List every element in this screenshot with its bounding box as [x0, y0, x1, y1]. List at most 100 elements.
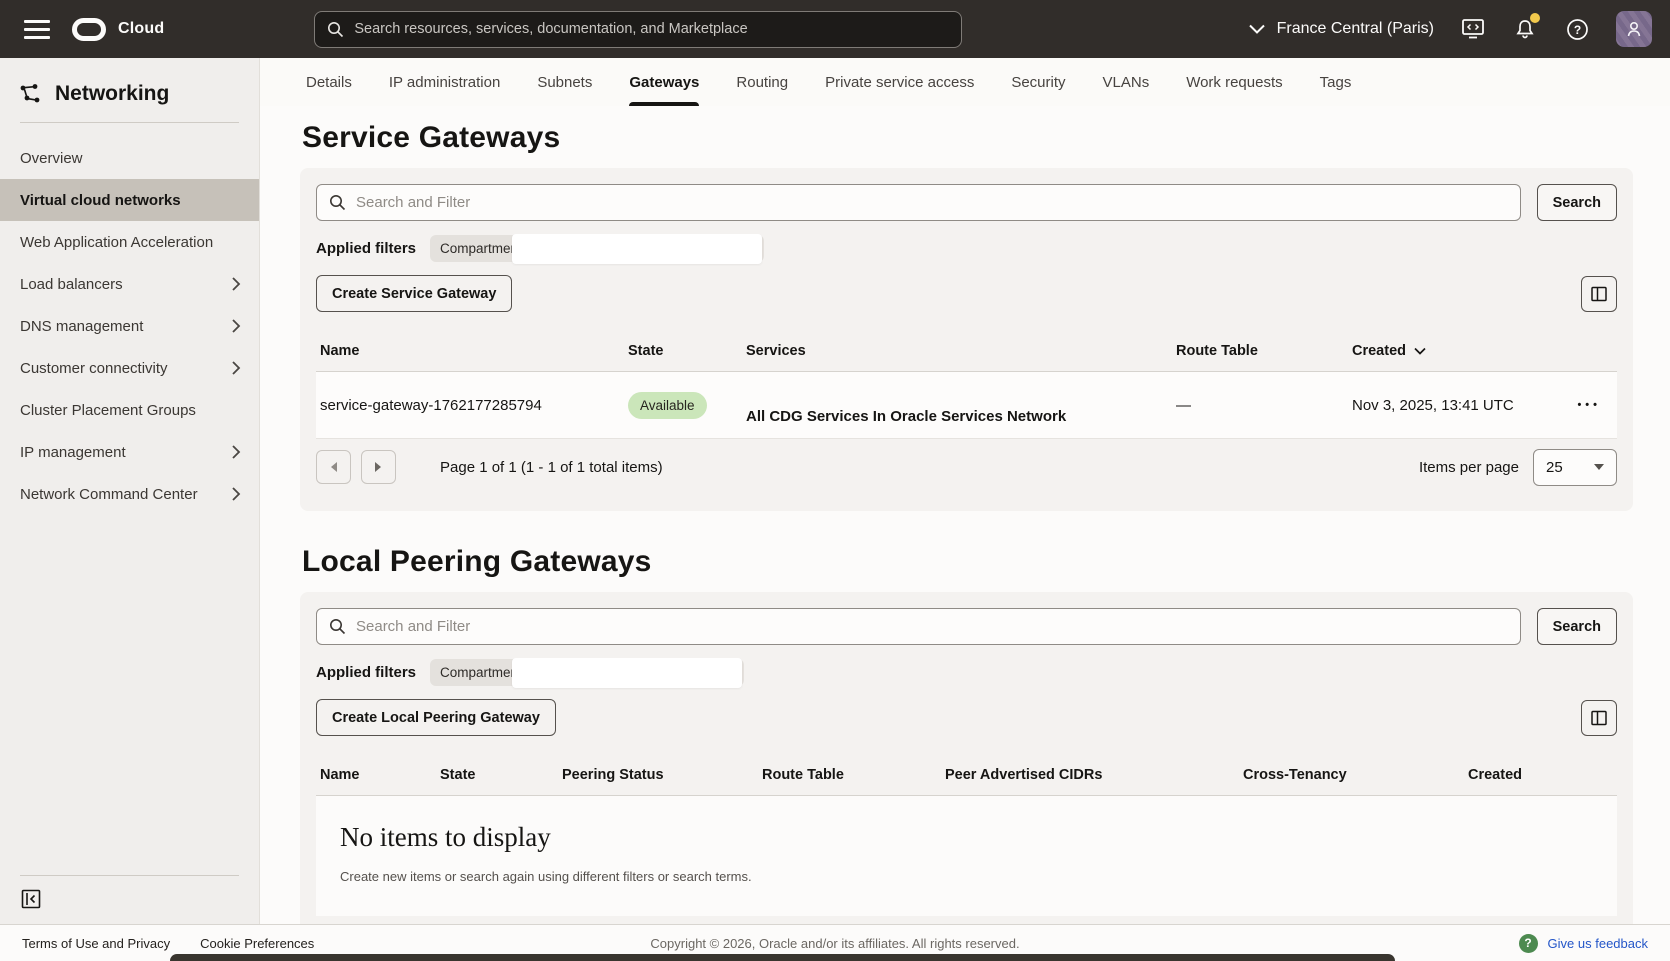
brand-name: Cloud — [118, 20, 164, 38]
sidebar-item-label: Overview — [20, 150, 83, 167]
cookie-preferences-link[interactable]: Cookie Preferences — [200, 936, 314, 951]
lpg-search-button[interactable]: Search — [1537, 608, 1617, 645]
sg-row-created: Nov 3, 2025, 13:41 UTC — [1348, 397, 1563, 414]
hamburger-menu-icon[interactable] — [24, 16, 50, 42]
sg-row-services[interactable]: All CDG Services In Oracle Services Netw… — [742, 408, 1172, 425]
sidebar-item-label: Load balancers — [20, 276, 123, 293]
tab-routing[interactable]: Routing — [736, 58, 788, 106]
main-area: Details IP administration Subnets Gatewa… — [260, 58, 1670, 924]
sidebar-item-load-balancers[interactable]: Load balancers — [0, 263, 259, 305]
create-service-gateway-button[interactable]: Create Service Gateway — [316, 275, 512, 312]
service-gateways-table: Name State Services Route Table Created — [316, 330, 1617, 495]
sidebar-item-customer-connectivity[interactable]: Customer connectivity — [0, 347, 259, 389]
oracle-cloud-logo[interactable]: Cloud — [72, 18, 164, 41]
sidebar-item-virtual-cloud-networks[interactable]: Virtual cloud networks — [0, 179, 259, 221]
sg-compartment-filter-chip[interactable]: Compartment — [430, 235, 764, 262]
previous-page-button[interactable] — [316, 450, 351, 484]
sidebar-title: Networking — [0, 58, 259, 122]
sg-col-route-table[interactable]: Route Table — [1172, 343, 1348, 359]
lpg-search-filter-field[interactable] — [316, 608, 1521, 645]
search-icon — [327, 21, 344, 38]
sidebar-item-cluster-placement-groups[interactable]: Cluster Placement Groups — [0, 389, 259, 431]
sg-col-services[interactable]: Services — [742, 343, 1172, 359]
items-per-page-value: 25 — [1546, 459, 1563, 476]
lpg-col-name[interactable]: Name — [316, 767, 436, 783]
search-icon — [329, 194, 346, 211]
sg-applied-filters-label: Applied filters — [316, 240, 416, 257]
lpg-col-peer-advertised-cidrs[interactable]: Peer Advertised CIDRs — [941, 767, 1239, 783]
oci-console: Cloud France Central (Paris) — [0, 0, 1670, 961]
sidebar-footer — [20, 875, 239, 924]
chip-label: Compartment — [440, 241, 522, 256]
sidebar-item-web-application-acceleration[interactable]: Web Application Acceleration — [0, 221, 259, 263]
lpg-col-route-table[interactable]: Route Table — [758, 767, 941, 783]
search-icon — [329, 618, 346, 635]
sidebar-item-ip-management[interactable]: IP management — [0, 431, 259, 473]
lpg-col-state[interactable]: State — [436, 767, 558, 783]
tab-bar: Details IP administration Subnets Gatewa… — [260, 58, 1670, 106]
tab-details[interactable]: Details — [306, 58, 352, 106]
terms-of-use-link[interactable]: Terms of Use and Privacy — [22, 936, 170, 951]
caret-down-icon — [1594, 464, 1604, 470]
lpg-search-input[interactable] — [356, 618, 1508, 635]
lpg-col-cross-tenancy[interactable]: Cross-Tenancy — [1239, 767, 1464, 783]
collapse-sidebar-icon[interactable] — [20, 888, 42, 910]
local-peering-gateways-title: Local Peering Gateways — [302, 545, 1633, 579]
sidebar-item-overview[interactable]: Overview — [0, 137, 259, 179]
sg-column-settings-icon[interactable] — [1581, 276, 1617, 312]
tab-work-requests[interactable]: Work requests — [1186, 58, 1282, 106]
chip-label: Compartment — [440, 665, 522, 680]
status-badge: Available — [628, 392, 707, 419]
row-actions-menu-icon[interactable]: ••• — [1577, 400, 1601, 411]
person-icon — [1624, 19, 1644, 39]
next-page-button[interactable] — [361, 450, 396, 484]
service-gateways-panel: Search Applied filters Compartment Creat… — [300, 168, 1633, 511]
sg-compartment-value — [512, 234, 762, 264]
sg-col-name[interactable]: Name — [316, 343, 624, 359]
lpg-compartment-filter-chip[interactable]: Compartment — [430, 659, 744, 686]
arrow-right-icon — [374, 461, 383, 473]
sidebar-item-network-command-center[interactable]: Network Command Center — [0, 473, 259, 515]
sg-search-input[interactable] — [356, 194, 1508, 211]
notification-dot — [1530, 13, 1540, 23]
items-per-page-select[interactable]: 25 — [1533, 449, 1617, 486]
help-icon[interactable]: ? — [1564, 16, 1590, 42]
tab-security[interactable]: Security — [1011, 58, 1065, 106]
cloud-shell-icon[interactable] — [1460, 16, 1486, 42]
tab-gateways[interactable]: Gateways — [629, 58, 699, 106]
feedback-help-icon: ? — [1519, 934, 1538, 953]
chevron-right-icon — [231, 276, 241, 292]
tab-private-service-access[interactable]: Private service access — [825, 58, 974, 106]
tab-ip-administration[interactable]: IP administration — [389, 58, 500, 106]
sidebar-item-dns-management[interactable]: DNS management — [0, 305, 259, 347]
user-avatar[interactable] — [1616, 11, 1652, 47]
lpg-col-peering-status[interactable]: Peering Status — [558, 767, 758, 783]
sg-col-state[interactable]: State — [624, 343, 742, 359]
tab-tags[interactable]: Tags — [1320, 58, 1352, 106]
lpg-table-header: Name State Peering Status Route Table Pe… — [316, 754, 1617, 796]
sidebar: Networking Overview Virtual cloud networ… — [0, 58, 260, 924]
global-search-bar[interactable] — [314, 11, 962, 48]
sg-row-name: service-gateway-1762177285794 — [316, 397, 624, 414]
sg-search-filter-field[interactable] — [316, 184, 1521, 221]
global-search-input[interactable] — [354, 21, 949, 37]
lpg-col-created[interactable]: Created — [1464, 767, 1617, 783]
networking-icon — [18, 82, 42, 106]
local-peering-gateways-table: Name State Peering Status Route Table Pe… — [316, 754, 1617, 916]
region-label: France Central (Paris) — [1277, 20, 1434, 38]
sg-pagination: Page 1 of 1 (1 - 1 of 1 total items) Ite… — [316, 439, 1617, 495]
sg-search-button[interactable]: Search — [1537, 184, 1617, 221]
tab-subnets[interactable]: Subnets — [537, 58, 592, 106]
copyright-text: Copyright © 2026, Oracle and/or its affi… — [650, 936, 1019, 951]
give-us-feedback-link[interactable]: Give us feedback — [1548, 936, 1648, 951]
notifications-bell-icon[interactable] — [1512, 16, 1538, 42]
create-local-peering-gateway-button[interactable]: Create Local Peering Gateway — [316, 699, 556, 736]
lpg-column-settings-icon[interactable] — [1581, 700, 1617, 736]
region-selector[interactable]: France Central (Paris) — [1249, 20, 1434, 38]
tab-vlans[interactable]: VLANs — [1103, 58, 1150, 106]
sg-col-created[interactable]: Created — [1348, 343, 1563, 359]
pagination-text: Page 1 of 1 (1 - 1 of 1 total items) — [440, 459, 663, 476]
sidebar-item-label: IP management — [20, 444, 126, 461]
chevron-right-icon — [231, 360, 241, 376]
chevron-right-icon — [231, 318, 241, 334]
